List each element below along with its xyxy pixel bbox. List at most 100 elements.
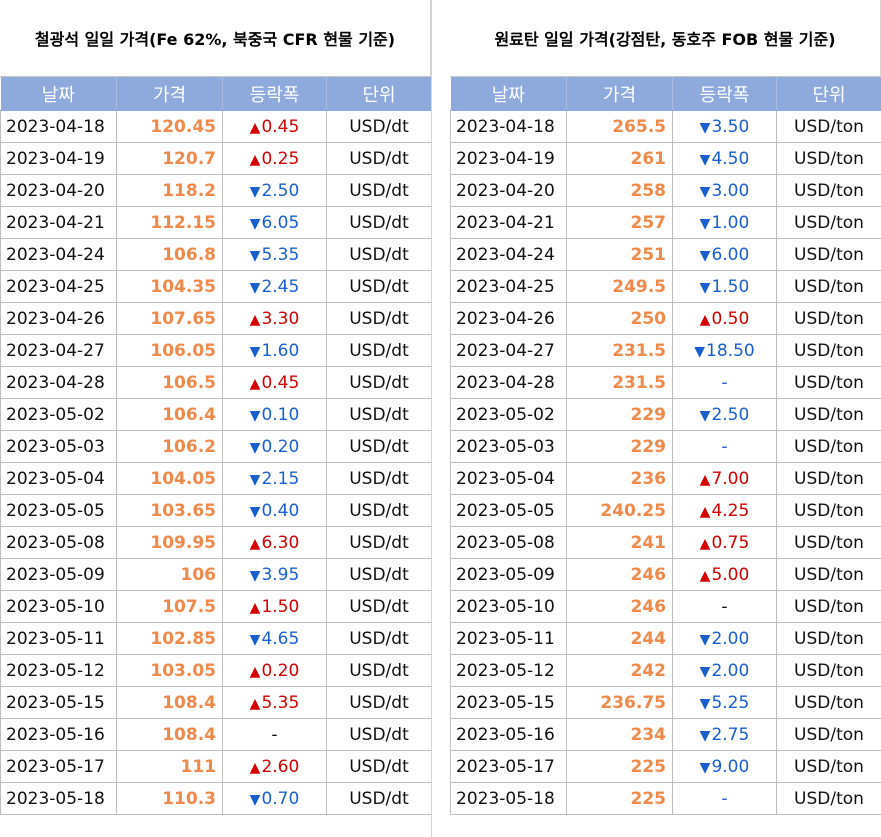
price-cell[interactable]: 246: [566, 590, 673, 623]
date-cell[interactable]: 2023-04-28: [450, 366, 567, 399]
unit-cell[interactable]: USD/ton: [776, 174, 881, 207]
price-cell[interactable]: 103.05: [116, 654, 223, 687]
unit-cell[interactable]: USD/dt: [326, 462, 432, 495]
price-cell[interactable]: 106.05: [116, 334, 223, 367]
change-cell[interactable]: ▼2.50: [222, 174, 327, 207]
change-cell[interactable]: ▼1.50: [672, 270, 777, 303]
price-cell[interactable]: 104.35: [116, 270, 223, 303]
price-cell[interactable]: 107.65: [116, 302, 223, 335]
unit-cell[interactable]: USD/dt: [326, 654, 432, 687]
header-unit[interactable]: 단위: [326, 77, 432, 111]
change-cell[interactable]: -: [222, 718, 327, 751]
price-cell[interactable]: 120.7: [116, 142, 223, 175]
price-cell[interactable]: 242: [566, 654, 673, 687]
date-cell[interactable]: 2023-05-08: [0, 526, 117, 559]
date-cell[interactable]: 2023-04-21: [450, 206, 567, 239]
date-cell[interactable]: 2023-04-24: [0, 238, 117, 271]
change-cell[interactable]: ▼4.50: [672, 142, 777, 175]
change-cell[interactable]: ▲3.30: [222, 302, 327, 335]
change-cell[interactable]: ▼6.05: [222, 206, 327, 239]
date-cell[interactable]: 2023-04-27: [450, 334, 567, 367]
change-cell[interactable]: ▼2.75: [672, 718, 777, 751]
unit-cell[interactable]: USD/dt: [326, 334, 432, 367]
price-cell[interactable]: 249.5: [566, 270, 673, 303]
unit-cell[interactable]: USD/dt: [326, 302, 432, 335]
change-cell[interactable]: ▼4.65: [222, 622, 327, 655]
date-cell[interactable]: 2023-05-12: [450, 654, 567, 687]
date-cell[interactable]: 2023-05-11: [450, 622, 567, 655]
change-cell[interactable]: ▲0.45: [222, 366, 327, 399]
unit-cell[interactable]: USD/ton: [776, 238, 881, 271]
price-cell[interactable]: 231.5: [566, 366, 673, 399]
date-cell[interactable]: 2023-05-10: [450, 590, 567, 623]
change-cell[interactable]: ▲5.00: [672, 558, 777, 591]
price-cell[interactable]: 110.3: [116, 782, 223, 815]
unit-cell[interactable]: USD/dt: [326, 718, 432, 751]
change-cell[interactable]: ▲5.35: [222, 686, 327, 719]
price-cell[interactable]: 108.4: [116, 718, 223, 751]
unit-cell[interactable]: USD/ton: [776, 718, 881, 751]
unit-cell[interactable]: USD/dt: [326, 622, 432, 655]
unit-cell[interactable]: USD/dt: [326, 142, 432, 175]
change-cell[interactable]: ▼2.45: [222, 270, 327, 303]
coking-coal-title[interactable]: 원료탄 일일 가격(강점탄, 동호주 FOB 현물 기준): [450, 0, 881, 77]
date-cell[interactable]: 2023-05-18: [0, 782, 117, 815]
unit-cell[interactable]: USD/ton: [776, 654, 881, 687]
date-cell[interactable]: 2023-05-04: [0, 462, 117, 495]
price-cell[interactable]: 102.85: [116, 622, 223, 655]
change-cell[interactable]: ▲7.00: [672, 462, 777, 495]
change-cell[interactable]: ▼9.00: [672, 750, 777, 783]
price-cell[interactable]: 265.5: [566, 110, 673, 143]
date-cell[interactable]: 2023-05-02: [450, 398, 567, 431]
price-cell[interactable]: 240.25: [566, 494, 673, 527]
change-cell[interactable]: ▼5.35: [222, 238, 327, 271]
change-cell[interactable]: ▼18.50: [672, 334, 777, 367]
unit-cell[interactable]: USD/dt: [326, 238, 432, 271]
iron-ore-title[interactable]: 철광석 일일 가격(Fe 62%, 북중국 CFR 현물 기준): [0, 0, 431, 77]
header-price[interactable]: 가격: [116, 77, 223, 111]
header-unit[interactable]: 단위: [776, 77, 881, 111]
date-cell[interactable]: 2023-04-21: [0, 206, 117, 239]
header-date[interactable]: 날짜: [0, 77, 117, 111]
unit-cell[interactable]: USD/dt: [326, 206, 432, 239]
change-cell[interactable]: ▲0.25: [222, 142, 327, 175]
price-cell[interactable]: 111: [116, 750, 223, 783]
unit-cell[interactable]: USD/ton: [776, 430, 881, 463]
change-cell[interactable]: ▼0.20: [222, 430, 327, 463]
change-cell[interactable]: -: [672, 782, 777, 815]
date-cell[interactable]: 2023-04-20: [0, 174, 117, 207]
price-cell[interactable]: 108.4: [116, 686, 223, 719]
change-cell[interactable]: ▼0.40: [222, 494, 327, 527]
change-cell[interactable]: ▲0.75: [672, 526, 777, 559]
change-cell[interactable]: ▼0.10: [222, 398, 327, 431]
change-cell[interactable]: ▲4.25: [672, 494, 777, 527]
change-cell[interactable]: ▼3.50: [672, 110, 777, 143]
date-cell[interactable]: 2023-05-04: [450, 462, 567, 495]
change-cell[interactable]: ▼1.60: [222, 334, 327, 367]
date-cell[interactable]: 2023-05-10: [0, 590, 117, 623]
date-cell[interactable]: 2023-04-24: [450, 238, 567, 271]
unit-cell[interactable]: USD/ton: [776, 526, 881, 559]
unit-cell[interactable]: USD/ton: [776, 398, 881, 431]
change-cell[interactable]: ▲1.50: [222, 590, 327, 623]
header-price[interactable]: 가격: [566, 77, 673, 111]
date-cell[interactable]: 2023-05-18: [450, 782, 567, 815]
date-cell[interactable]: 2023-04-19: [0, 142, 117, 175]
change-cell[interactable]: ▲2.60: [222, 750, 327, 783]
change-cell[interactable]: ▼2.15: [222, 462, 327, 495]
price-cell[interactable]: 112.15: [116, 206, 223, 239]
price-cell[interactable]: 103.65: [116, 494, 223, 527]
unit-cell[interactable]: USD/ton: [776, 750, 881, 783]
price-cell[interactable]: 261: [566, 142, 673, 175]
price-cell[interactable]: 244: [566, 622, 673, 655]
unit-cell[interactable]: USD/dt: [326, 494, 432, 527]
date-cell[interactable]: 2023-04-19: [450, 142, 567, 175]
change-cell[interactable]: ▲0.20: [222, 654, 327, 687]
date-cell[interactable]: 2023-04-18: [450, 110, 567, 143]
price-cell[interactable]: 241: [566, 526, 673, 559]
unit-cell[interactable]: USD/dt: [326, 366, 432, 399]
date-cell[interactable]: 2023-04-25: [450, 270, 567, 303]
header-change[interactable]: 등락폭: [672, 77, 777, 111]
unit-cell[interactable]: USD/ton: [776, 686, 881, 719]
change-cell[interactable]: ▼3.00: [672, 174, 777, 207]
